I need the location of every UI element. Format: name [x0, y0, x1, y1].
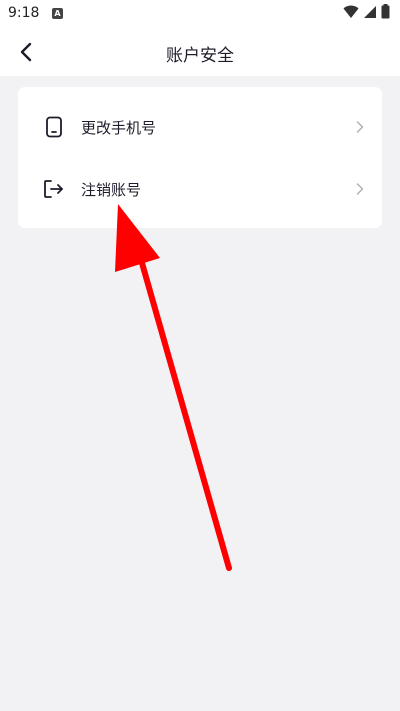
- battery-icon: [381, 4, 390, 19]
- chevron-right-icon: [354, 183, 366, 195]
- change-phone-label: 更改手机号: [81, 118, 157, 137]
- phone-icon: [42, 115, 66, 139]
- wifi-icon: [343, 5, 359, 18]
- page-title: 账户安全: [166, 46, 234, 66]
- change-phone-row[interactable]: 更改手机号: [18, 96, 382, 158]
- signal-icon: [364, 5, 376, 18]
- status-bar: 9:18 A: [0, 0, 400, 28]
- delete-account-row[interactable]: 注销账号: [18, 158, 382, 220]
- app-notification-icon: A: [52, 8, 63, 19]
- logout-icon: [42, 177, 66, 201]
- settings-card: 更改手机号 注销账号: [18, 87, 382, 228]
- chevron-right-icon: [354, 121, 366, 133]
- status-time: 9:18: [8, 5, 40, 21]
- header-bar: 账户安全: [0, 28, 400, 76]
- delete-account-label: 注销账号: [81, 180, 142, 199]
- status-indicators: [343, 4, 390, 19]
